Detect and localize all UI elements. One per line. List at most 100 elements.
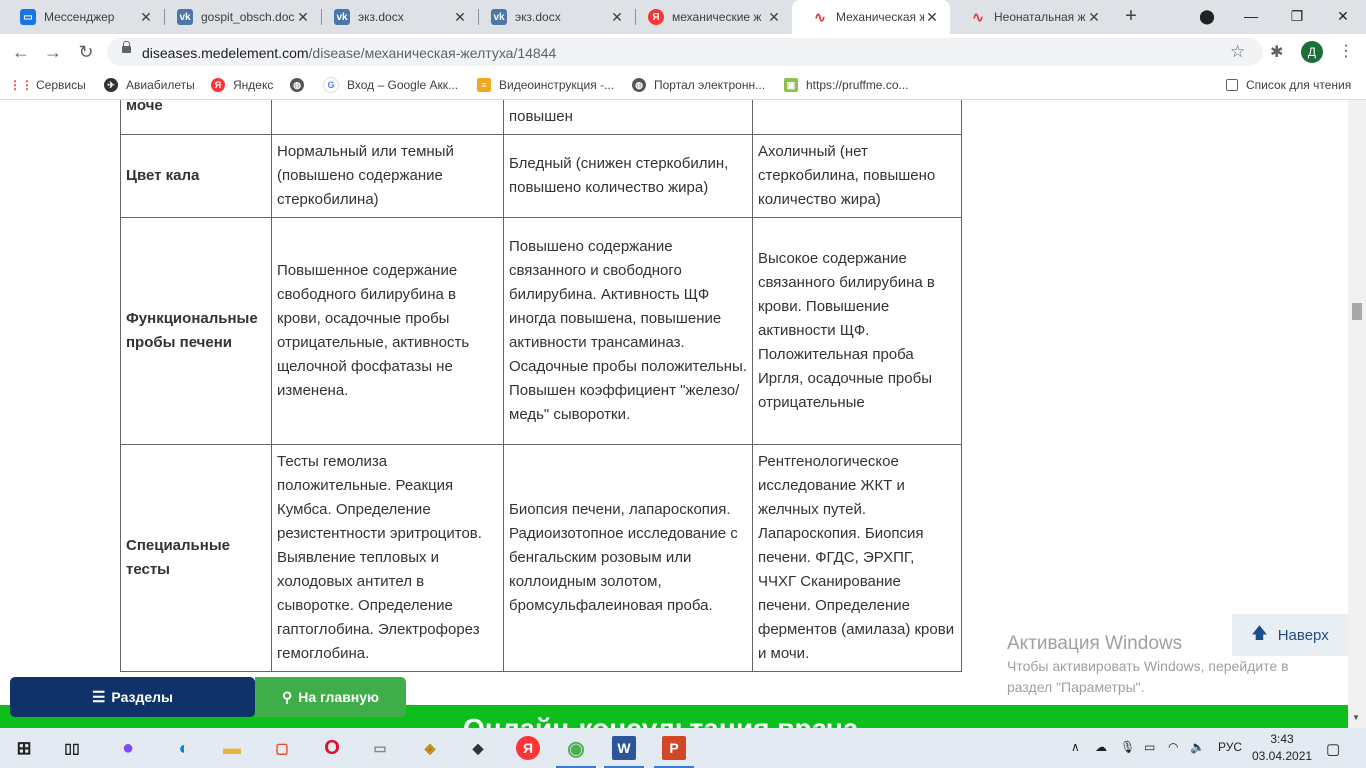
- word-icon[interactable]: W: [612, 736, 636, 760]
- opera-icon[interactable]: O: [320, 736, 344, 760]
- table-cell: Бледный (снижен стеркобилин, повышено ко…: [503, 134, 753, 218]
- globe-icon: ◍: [290, 78, 304, 92]
- tab-gospit[interactable]: vk gospit_obsch.doc ✕: [157, 0, 321, 34]
- reading-list-icon: [1226, 79, 1238, 91]
- bookmark-aviatickets[interactable]: ✈ Авиабилеты: [104, 77, 195, 93]
- bookmark-pruffme[interactable]: ▣ https://pruffme.co...: [784, 77, 909, 93]
- windows-activation-title: Активация Windows: [1007, 633, 1183, 654]
- pruffme-icon: ▣: [784, 78, 798, 92]
- yandex-icon: Я: [648, 9, 664, 25]
- bookmark-globe[interactable]: ◍: [290, 77, 312, 93]
- google-icon: G: [323, 77, 339, 93]
- lock-icon[interactable]: [122, 41, 131, 53]
- tanks-icon[interactable]: ◆: [466, 736, 490, 760]
- close-icon[interactable]: ✕: [138, 9, 154, 26]
- sections-button[interactable]: ☰ Разделы: [10, 677, 255, 717]
- bookmark-star-icon[interactable]: ☆: [1230, 42, 1245, 62]
- home-button[interactable]: ⚲ На главную: [255, 677, 406, 717]
- back-arrow-icon[interactable]: ←: [8, 39, 34, 65]
- close-icon[interactable]: ✕: [295, 9, 311, 26]
- bookmark-google-login[interactable]: G Вход – Google Акк...: [323, 77, 458, 93]
- table-cell: Нормальный или темный (повышено содержан…: [271, 134, 504, 218]
- onedrive-cloud-icon[interactable]: ☁: [1095, 740, 1107, 754]
- office-icon[interactable]: ▢: [270, 736, 294, 760]
- tab-yandex-search[interactable]: Я механические ж ✕: [628, 0, 792, 34]
- scroll-to-top-button[interactable]: 🡅 Наверх: [1232, 614, 1348, 656]
- forward-arrow-icon[interactable]: →: [40, 39, 66, 65]
- vk-icon: vk: [334, 9, 350, 25]
- table-row: Цвет кала Нормальный или темный (повышен…: [120, 134, 962, 218]
- table-cell: Тесты гемолиза положительные. Реакция Ку…: [271, 444, 504, 672]
- apps-grid-icon: ⋮⋮: [9, 78, 33, 92]
- task-view-icon[interactable]: ▯▯: [60, 736, 84, 760]
- bookmark-yandex[interactable]: Я Яндекс: [211, 77, 273, 93]
- close-icon[interactable]: ✕: [924, 9, 940, 26]
- table-cell: [752, 100, 962, 135]
- page-scrollbar[interactable]: [1348, 100, 1366, 728]
- row-header: Специальные тесты: [120, 444, 272, 672]
- tab-ekz-2[interactable]: vk экз.docx ✕: [471, 0, 635, 34]
- yandex-browser-icon[interactable]: Я: [516, 736, 540, 760]
- comparison-table: моче повышен Цвет кала Нормальный или те…: [120, 100, 962, 672]
- vk-icon: vk: [491, 9, 507, 25]
- restore-button[interactable]: ❐: [1274, 0, 1320, 34]
- bookmark-portal[interactable]: ◍ Портал электронн...: [632, 77, 765, 93]
- file-icon[interactable]: ▭: [368, 736, 392, 760]
- row-header: Цвет кала: [120, 134, 272, 218]
- avatar[interactable]: Д: [1301, 41, 1323, 63]
- new-tab-button[interactable]: +: [1119, 5, 1143, 29]
- vk-icon: vk: [177, 9, 193, 25]
- notifications-icon[interactable]: ▢: [1326, 740, 1340, 758]
- close-icon[interactable]: ✕: [452, 9, 468, 26]
- wifi-icon[interactable]: ◠: [1168, 740, 1178, 754]
- messenger-icon: ▭: [20, 9, 36, 25]
- table-cell: Биопсия печени, лапароскопия. Радиоизото…: [503, 444, 753, 672]
- more-menu-icon[interactable]: ⋮: [1338, 41, 1354, 61]
- reload-icon[interactable]: ↻: [73, 39, 99, 65]
- bookmark-video-instruction[interactable]: ≡ Видеоинструкция -...: [477, 77, 614, 93]
- row-header: моче: [120, 100, 272, 135]
- arrow-up-icon: 🡅: [1251, 624, 1268, 642]
- chrome-icon[interactable]: ◉: [564, 736, 588, 760]
- minimize-button[interactable]: —: [1228, 0, 1274, 34]
- medelement-icon: ∿: [972, 8, 984, 25]
- volume-icon[interactable]: 🔈: [1190, 740, 1205, 754]
- stack-icon: ≡: [477, 78, 491, 92]
- language-indicator[interactable]: РУС: [1218, 740, 1242, 754]
- tab-ekz-1[interactable]: vk экз.docx ✕: [314, 0, 478, 34]
- extensions-puzzle-icon[interactable]: ✱: [1270, 42, 1283, 62]
- close-icon[interactable]: ✕: [609, 9, 625, 26]
- game-icon[interactable]: ◈: [418, 736, 442, 760]
- list-icon: ☰: [91, 689, 106, 706]
- edge-icon[interactable]: ◐: [172, 736, 196, 760]
- table-cell: Ахоличный (нет стеркобилина, повышено ко…: [752, 134, 962, 218]
- tab-neonatal-jaundice[interactable]: ∿ Неонатальная ж ✕: [950, 0, 1112, 34]
- table-cell: повышен: [503, 100, 753, 135]
- tab-mechanical-jaundice[interactable]: ∿ Механическая ж ✕: [792, 0, 950, 34]
- scroll-down-arrow-icon[interactable]: ▼: [1352, 713, 1360, 722]
- alice-icon[interactable]: ●: [116, 736, 140, 760]
- tab-search-button[interactable]: ⬤: [1184, 0, 1230, 34]
- search-icon: ⚲: [281, 688, 293, 705]
- windows-activation-text: Чтобы активировать Windows, перейдите в …: [1007, 658, 1289, 695]
- scrollbar-thumb[interactable]: [1352, 303, 1362, 320]
- battery-icon[interactable]: ▭: [1144, 740, 1155, 754]
- taskbar-clock[interactable]: 3:43 03.04.2021: [1252, 731, 1312, 765]
- table-cell: Повышено содержание связанного и свободн…: [503, 217, 753, 445]
- powerpoint-icon[interactable]: P: [662, 736, 686, 760]
- explorer-folder-icon[interactable]: ▬: [220, 736, 244, 760]
- table-cell: [271, 100, 504, 135]
- medelement-icon: ∿: [814, 8, 826, 25]
- windows-start-icon[interactable]: ⊞: [12, 736, 36, 760]
- close-window-button[interactable]: ✕: [1320, 0, 1366, 34]
- aviasales-icon: ✈: [104, 78, 118, 92]
- tab-messenger[interactable]: ▭ Мессенджер ✕: [0, 0, 164, 34]
- reading-list[interactable]: Список для чтения: [1226, 77, 1351, 93]
- bookmark-services[interactable]: ⋮⋮ Сервисы: [9, 77, 86, 93]
- microphone-icon[interactable]: 🎙: [1120, 740, 1135, 754]
- url-text[interactable]: diseases.medelement.com/disease/механиче…: [142, 45, 556, 61]
- row-header: Функциональные пробы печени: [120, 217, 272, 445]
- tray-chevron-up-icon[interactable]: ∧: [1071, 740, 1080, 754]
- close-icon[interactable]: ✕: [1086, 9, 1102, 26]
- close-icon[interactable]: ✕: [766, 9, 782, 26]
